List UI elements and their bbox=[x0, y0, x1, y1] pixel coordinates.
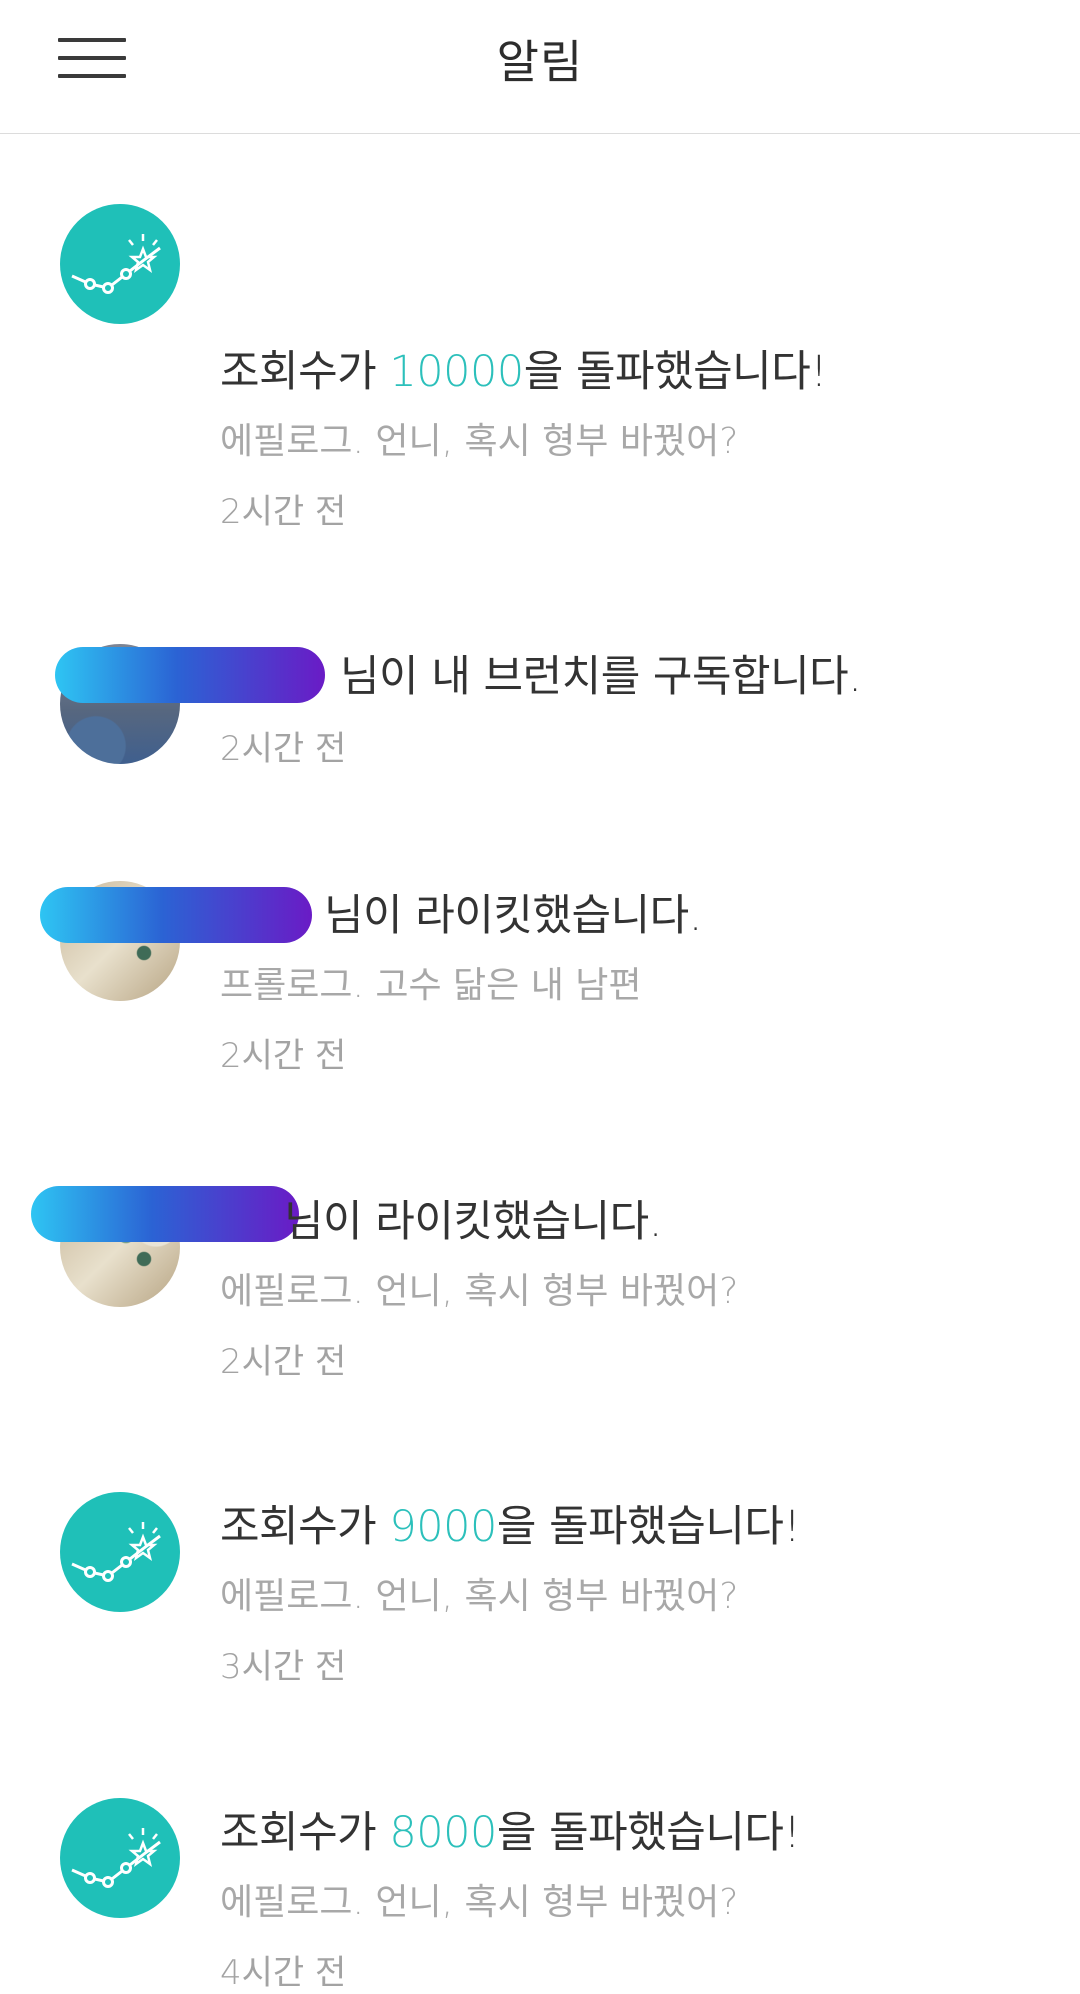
view-count: 8000 bbox=[389, 1808, 497, 1858]
post-title[interactable]: 프롤로그. 고수 닮은 내 남편 bbox=[220, 956, 642, 1008]
timestamp: 2시간 전 bbox=[220, 1342, 347, 1382]
redacted-username bbox=[40, 887, 312, 943]
timestamp: 2시간 전 bbox=[220, 492, 347, 532]
timestamp: 4시간 전 bbox=[220, 1953, 347, 1993]
notification-message: 님이 라이킷했습니다. bbox=[284, 1197, 662, 1247]
post-title[interactable]: 에필로그. 언니, 혹시 형부 바꿨어? bbox=[220, 1873, 738, 1925]
timestamp: 2시간 전 bbox=[220, 1036, 347, 1076]
trending-star-icon bbox=[60, 1798, 180, 1918]
redacted-username bbox=[55, 647, 325, 703]
page-title: 알림 bbox=[496, 35, 584, 89]
notification-message: 님이 내 브런치를 구독합니다. bbox=[340, 652, 862, 702]
redacted-username bbox=[31, 1186, 299, 1242]
notification-message: 조회수가 10000을 돌파했습니다! bbox=[220, 347, 828, 397]
view-count: 10000 bbox=[389, 347, 524, 397]
view-count: 9000 bbox=[389, 1502, 497, 1552]
notification-message: 님이 라이킷했습니다. bbox=[324, 891, 702, 941]
post-title[interactable]: 에필로그. 언니, 혹시 형부 바꿨어? bbox=[220, 412, 738, 464]
post-title[interactable]: 에필로그. 언니, 혹시 형부 바꿨어? bbox=[220, 1262, 738, 1314]
timestamp: 2시간 전 bbox=[220, 729, 347, 769]
trending-star-icon bbox=[60, 204, 180, 324]
post-title[interactable]: 에필로그. 언니, 혹시 형부 바꿨어? bbox=[220, 1567, 738, 1619]
timestamp: 3시간 전 bbox=[220, 1647, 347, 1687]
notification-message: 조회수가 8000을 돌파했습니다! bbox=[220, 1808, 801, 1858]
app-header: 알림 bbox=[0, 0, 1080, 134]
trending-star-icon bbox=[60, 1492, 180, 1612]
notification-message: 조회수가 9000을 돌파했습니다! bbox=[220, 1502, 801, 1552]
